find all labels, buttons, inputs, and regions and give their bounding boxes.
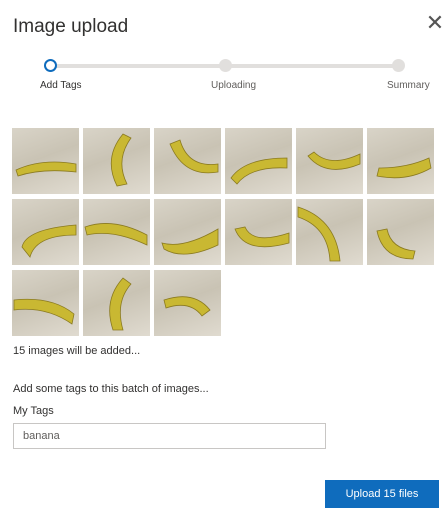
step-add-tags-label: Add Tags <box>40 80 82 91</box>
banana-image <box>376 228 416 260</box>
my-tags-label: My Tags <box>13 405 54 417</box>
banana-image <box>230 157 288 185</box>
image-thumbnail <box>12 199 79 265</box>
banana-image <box>110 133 132 187</box>
image-thumbnail <box>83 270 150 336</box>
upload-files-button[interactable]: Upload 15 files <box>325 480 439 508</box>
image-thumbnail <box>154 128 221 194</box>
image-thumbnail <box>83 128 150 194</box>
banana-image <box>297 206 341 262</box>
tags-hint: Add some tags to this batch of images... <box>13 383 209 395</box>
banana-image <box>163 296 211 317</box>
step-summary-label: Summary <box>387 80 430 91</box>
banana-image <box>161 228 219 255</box>
step-add-tags-indicator <box>44 59 57 72</box>
image-thumbnail <box>12 128 79 194</box>
dialog-title: Image upload <box>13 16 129 37</box>
image-thumbnail <box>367 199 434 265</box>
image-thumbnail <box>154 199 221 265</box>
banana-image <box>21 224 77 258</box>
banana-image <box>169 139 219 174</box>
step-summary-indicator <box>392 59 405 72</box>
my-tags-input[interactable] <box>13 423 326 449</box>
image-thumbnail <box>296 128 363 194</box>
image-thumbnail <box>154 270 221 336</box>
step-uploading-indicator <box>219 59 232 72</box>
banana-image <box>307 151 361 170</box>
banana-image <box>15 161 77 177</box>
banana-image <box>109 277 132 331</box>
close-icon[interactable]: ✕ <box>424 12 446 34</box>
image-count-text: 15 images will be added... <box>13 345 141 357</box>
step-uploading-label: Uploading <box>211 80 257 91</box>
banana-image <box>13 298 75 325</box>
image-thumbnail <box>296 199 363 265</box>
image-thumbnail <box>225 199 292 265</box>
image-thumbnail <box>12 270 79 336</box>
banana-image <box>376 157 432 179</box>
banana-image <box>84 223 148 246</box>
image-thumbnail <box>83 199 150 265</box>
banana-image <box>234 226 290 248</box>
image-thumbnail <box>225 128 292 194</box>
image-thumbnail <box>367 128 434 194</box>
